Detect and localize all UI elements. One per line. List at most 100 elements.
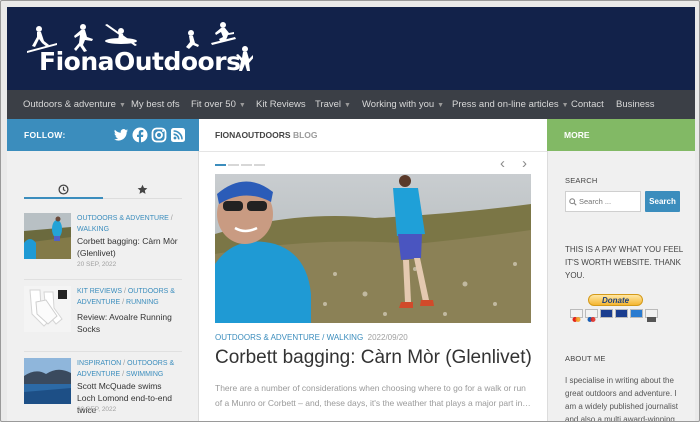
main-content: FIONAOUTDOORS BLOG ‹ › OUTDOORS & ADVENT… — [199, 119, 547, 421]
feature-date: 2022/09/20 — [367, 333, 408, 342]
nav-item-working-with-you[interactable]: Working with you ▼ — [362, 90, 444, 119]
star-icon — [137, 184, 148, 194]
follow-label: FOLLOW: — [24, 130, 66, 140]
blog-heading: FIONAOUTDOORS BLOG — [215, 119, 318, 151]
category-link[interactable]: RUNNING — [126, 299, 159, 306]
chevron-down-icon: ▼ — [561, 102, 569, 109]
pay-what-you-feel-text: THIS IS A PAY WHAT YOU FEEL IT'S WORTH W… — [565, 245, 683, 280]
search-icon — [569, 198, 577, 206]
post-date: 20 SEP, 2022 — [77, 261, 117, 268]
post-thumbnail[interactable] — [24, 213, 71, 259]
tab-popular[interactable] — [103, 181, 182, 199]
nav-label: Fit over 50 — [191, 99, 236, 110]
post-title[interactable]: Corbett bagging: Càrn Mòr (Glenlivet) — [77, 235, 182, 259]
donate-button[interactable]: Donate — [588, 294, 643, 306]
chevron-down-icon: ▼ — [437, 102, 445, 109]
chevron-down-icon: ▼ — [238, 102, 246, 109]
loch-thumb-image — [24, 358, 71, 404]
feature-excerpt: There are a number of considerations whe… — [215, 383, 531, 408]
rss-icon[interactable] — [170, 127, 186, 143]
site-header: FionaOutdoors — [7, 7, 695, 87]
nav-item-press-articles[interactable]: Press and on-line articles ▼ — [452, 90, 569, 119]
category-link[interactable]: OUTDOORS & ADVENTURE — [215, 333, 320, 342]
slider-dot[interactable] — [215, 164, 226, 166]
divider — [199, 151, 547, 152]
category-separator: / — [123, 360, 126, 367]
more-label: MORE — [564, 130, 590, 140]
chevron-left-icon[interactable]: ‹ — [500, 155, 505, 172]
feature-categories: OUTDOORS & ADVENTURE / WALKING 2022/09/2… — [215, 333, 408, 342]
post-date: 20 SEP, 2022 — [77, 406, 117, 413]
browser-frame: FionaOutdoors Outdoors & adventure ▼ My b… — [0, 0, 700, 422]
nav-label: Press and on-line articles — [452, 99, 559, 110]
search-widget-title: SEARCH — [565, 176, 598, 185]
divider — [24, 351, 182, 352]
category-link[interactable]: WALKING — [77, 226, 109, 233]
nav-item-travel[interactable]: Travel ▼ — [315, 90, 351, 119]
nav-item-outdoors-adventure[interactable]: Outdoors & adventure ▼ — [23, 90, 126, 119]
nav-item-business[interactable]: Business — [616, 90, 655, 119]
featured-image[interactable] — [215, 174, 531, 323]
nav-label: Business — [616, 99, 655, 110]
feature-title[interactable]: Corbett bagging: Càrn Mòr (Glenlivet) — [215, 347, 532, 369]
category-link[interactable]: KIT REVIEWS — [77, 288, 122, 295]
search-field[interactable] — [565, 191, 641, 212]
post-title[interactable]: Review: Avoalre Running Socks — [77, 311, 182, 335]
category-separator: / — [122, 371, 125, 378]
slider-dot[interactable] — [254, 164, 265, 166]
blog-heading-bold: FIONAOUTDOORS — [215, 130, 291, 140]
search-button[interactable]: Search — [645, 191, 680, 212]
page: FionaOutdoors Outdoors & adventure ▼ My b… — [7, 7, 695, 422]
category-separator: / — [122, 299, 125, 306]
site-name: FionaOutdoors — [39, 47, 241, 76]
amex-icon — [630, 309, 643, 318]
post-thumbnail[interactable] — [24, 286, 71, 332]
about-widget-title: ABOUT ME — [565, 354, 606, 363]
about-text: I specialise in writing about the great … — [565, 376, 678, 422]
nav-label: Contact — [571, 99, 604, 110]
bank-card-icon — [645, 309, 658, 322]
nav-item-my-best-ofs[interactable]: My best ofs — [131, 90, 180, 119]
nav-item-fit-over-50[interactable]: Fit over 50 ▼ — [191, 90, 246, 119]
post-tabs — [24, 181, 182, 199]
maestro-icon — [585, 309, 598, 322]
category-link[interactable]: INSPIRATION — [77, 360, 121, 367]
nav-label: Travel — [315, 99, 342, 110]
post-categories: INSPIRATION / OUTDOORS & ADVENTURE / SWI… — [77, 358, 182, 380]
blog-heading-light: BLOG — [292, 130, 318, 140]
main-nav: Outdoors & adventure ▼ My best ofs Fit ov… — [7, 87, 695, 119]
facebook-icon[interactable] — [132, 127, 148, 143]
visa-electron-icon — [615, 309, 628, 318]
nav-item-kit-reviews[interactable]: Kit Reviews — [256, 90, 306, 119]
post-categories: OUTDOORS & ADVENTURE / WALKING — [77, 213, 182, 235]
category-link[interactable]: WALKING — [327, 333, 364, 342]
nav-label: Outdoors & adventure — [23, 99, 116, 110]
socks-thumb-image — [24, 286, 71, 332]
site-logo[interactable]: FionaOutdoors — [23, 21, 255, 77]
nav-item-contact[interactable]: Contact — [571, 90, 604, 119]
search-input[interactable] — [579, 192, 639, 211]
tab-recent[interactable] — [24, 181, 103, 199]
chevron-right-icon[interactable]: › — [522, 155, 527, 172]
nav-label: Kit Reviews — [256, 99, 306, 110]
more-bar: MORE — [547, 119, 695, 151]
visa-icon — [600, 309, 613, 318]
clock-icon — [58, 184, 69, 195]
category-link[interactable]: OUTDOORS & ADVENTURE — [77, 215, 169, 222]
nav-label: My best ofs — [131, 99, 180, 110]
list-item[interactable]: OUTDOORS & ADVENTURE / WALKING Corbett b… — [24, 213, 182, 268]
twitter-icon[interactable] — [113, 127, 129, 143]
slider-dot[interactable] — [241, 164, 252, 166]
mastercard-icon — [570, 309, 583, 322]
nav-label: Working with you — [362, 99, 435, 110]
divider — [24, 279, 182, 280]
left-sidebar: OUTDOORS & ADVENTURE / WALKING Corbett b… — [7, 151, 199, 421]
category-separator: / — [123, 288, 126, 295]
instagram-icon[interactable] — [151, 127, 167, 143]
list-item[interactable]: KIT REVIEWS / OUTDOORS & ADVENTURE / RUN… — [24, 286, 182, 340]
hillwalk-thumb-image — [24, 213, 71, 259]
post-thumbnail[interactable] — [24, 358, 71, 404]
list-item[interactable]: INSPIRATION / OUTDOORS & ADVENTURE / SWI… — [24, 358, 182, 418]
slider-dot[interactable] — [228, 164, 239, 166]
category-link[interactable]: SWIMMING — [126, 371, 163, 378]
